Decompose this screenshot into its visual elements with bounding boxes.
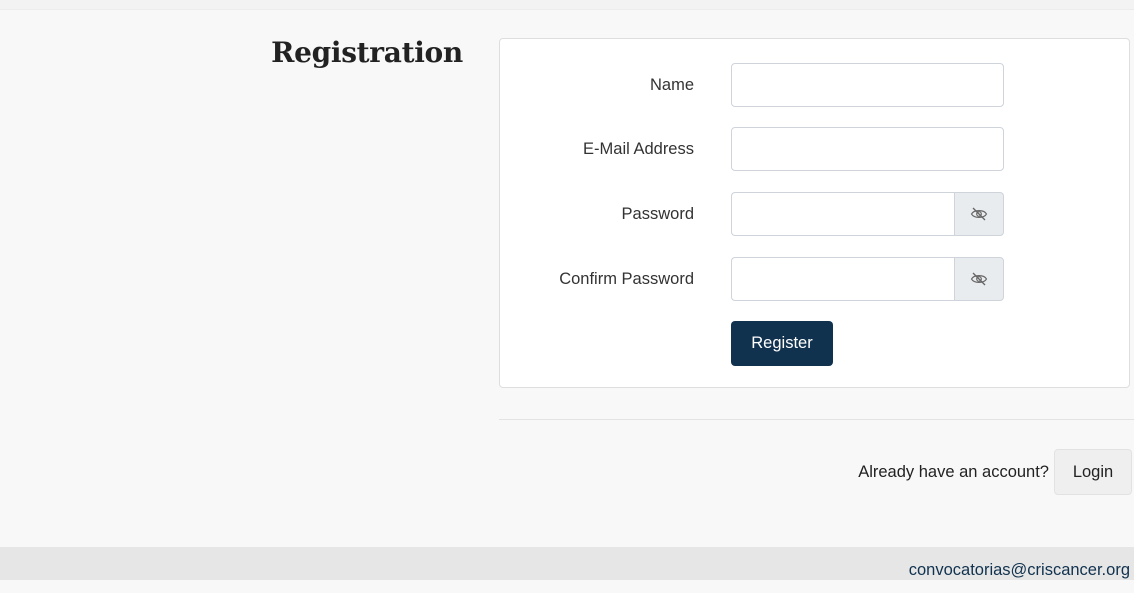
eye-slash-icon	[970, 272, 988, 286]
email-row: E-Mail Address	[500, 127, 1129, 171]
divider	[499, 419, 1134, 420]
confirm-password-input[interactable]	[731, 257, 954, 301]
password-visibility-toggle[interactable]	[954, 192, 1004, 236]
name-row: Name	[500, 63, 1129, 107]
already-have-account-text: Already have an account?	[858, 463, 1049, 481]
password-group	[731, 192, 1004, 236]
footer-email-link[interactable]: convocatorias@criscancer.org	[909, 547, 1130, 580]
register-button[interactable]: Register	[731, 321, 833, 366]
confirm-password-group	[731, 257, 1004, 301]
name-label: Name	[649, 76, 694, 94]
login-button[interactable]: Login	[1054, 449, 1132, 495]
confirm-password-label: Confirm Password	[559, 270, 694, 288]
name-input[interactable]	[731, 63, 1004, 107]
email-input[interactable]	[731, 127, 1004, 171]
password-row: Password	[500, 192, 1129, 236]
password-label: Password	[621, 205, 694, 223]
registration-form: Name E-Mail Address Password Confirm Pas…	[499, 38, 1130, 388]
eye-slash-icon	[970, 207, 988, 221]
page-title: Registration	[271, 36, 463, 69]
email-label: E-Mail Address	[583, 140, 694, 158]
top-border	[0, 0, 1134, 10]
password-input[interactable]	[731, 192, 954, 236]
confirm-password-row: Confirm Password	[500, 257, 1129, 301]
confirm-password-visibility-toggle[interactable]	[954, 257, 1004, 301]
footer: convocatorias@criscancer.org	[0, 547, 1134, 580]
